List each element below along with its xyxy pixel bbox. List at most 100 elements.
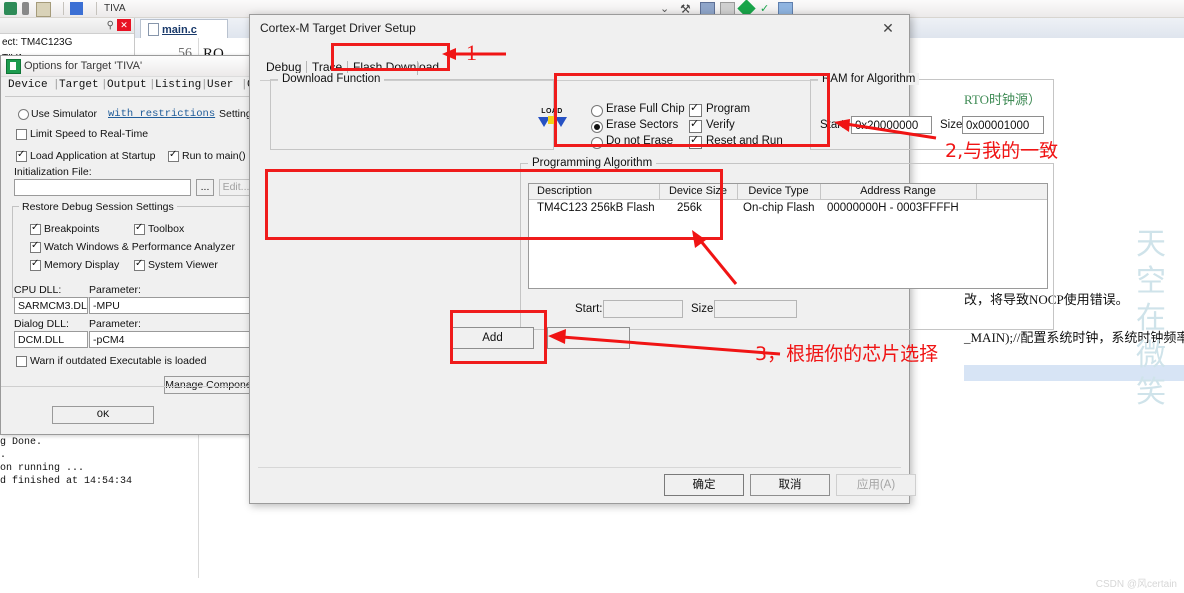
- cell-device-type: On-chip Flash: [743, 202, 815, 214]
- build-output-line: g Done.: [0, 437, 43, 448]
- tab-debug[interactable]: Debug: [266, 60, 301, 74]
- cancel-button[interactable]: 取消: [750, 474, 830, 496]
- programming-algorithm-table[interactable]: Description Device Size Device Type Addr…: [528, 183, 1048, 289]
- remove-button[interactable]: [547, 327, 630, 349]
- build-output-line: on running ...: [0, 463, 85, 474]
- dialog-parameter-label: Parameter:: [89, 318, 141, 330]
- keil-icon: [6, 59, 21, 74]
- cortex-dialog-title: Cortex-M Target Driver Setup: [260, 21, 416, 35]
- watermark-char: 微: [1136, 338, 1166, 373]
- restore-debug-group-title: Restore Debug Session Settings: [19, 201, 177, 213]
- dialog-parameter-input[interactable]: -pCM4: [89, 331, 254, 348]
- watch-windows-label: Watch Windows & Performance Analyzer: [44, 241, 236, 253]
- column-header-description: Description: [537, 185, 593, 197]
- options-dialog-titlebar: Options for Target 'TIVA': [1, 56, 253, 77]
- download-function-group: Download Function: [270, 73, 554, 150]
- column-header-device-size: Device Size: [668, 185, 728, 197]
- options-dialog-title: Options for Target 'TIVA': [24, 60, 143, 72]
- warn-outdated-label: Warn if outdated Executable is loaded: [30, 355, 207, 367]
- ok-button[interactable]: 确定: [664, 474, 744, 496]
- manage-components-button[interactable]: Manage Compone: [164, 376, 253, 394]
- load-icon-label: LOAD: [541, 108, 563, 115]
- memory-display-label: Memory Display: [44, 259, 120, 271]
- tab-listing[interactable]: Listing: [155, 79, 201, 91]
- cpu-parameter-input[interactable]: -MPU: [89, 297, 254, 314]
- cortex-dialog-titlebar: Cortex-M Target Driver Setup ✕: [250, 15, 909, 41]
- csdn-watermark: CSDN @风certain: [1095, 579, 1177, 590]
- cpu-dll-input[interactable]: SARMCM3.DLL: [14, 297, 88, 314]
- project-pane-titlebar: ⚲ ✕: [0, 18, 134, 34]
- tab-target[interactable]: Target: [59, 79, 99, 91]
- breakpoints-label: Breakpoints: [44, 223, 100, 235]
- ram-start-input[interactable]: 0x20000000: [851, 116, 932, 134]
- breakpoints-checkbox[interactable]: [30, 222, 41, 235]
- tab-output[interactable]: Output: [107, 79, 147, 91]
- file-icon: [148, 23, 159, 36]
- load-icon: LOAD: [537, 108, 567, 134]
- toolbox-checkbox[interactable]: [134, 222, 145, 235]
- edit-button[interactable]: Edit...: [219, 179, 253, 196]
- cortex-m-target-driver-setup-dialog: Cortex-M Target Driver Setup ✕ Debug Tra…: [249, 14, 1054, 504]
- watermark-char: 在: [1136, 301, 1166, 336]
- limit-speed-label: Limit Speed to Real-Time: [30, 128, 149, 140]
- build-output-pane[interactable]: e. g Done. . on running ... d finished a…: [0, 420, 134, 541]
- project-node-1[interactable]: ect: TM4C123G: [2, 37, 72, 48]
- limit-speed-checkbox[interactable]: [16, 129, 27, 140]
- run-to-main-checkbox[interactable]: [168, 149, 179, 162]
- use-simulator-radio[interactable]: [18, 109, 29, 120]
- watch-windows-checkbox[interactable]: [30, 240, 41, 253]
- with-restrictions-link[interactable]: with restrictions: [108, 108, 215, 120]
- verify-checkbox[interactable]: [689, 118, 702, 133]
- flash-size-input[interactable]: [714, 300, 797, 318]
- cell-device-size: 256k: [677, 202, 702, 214]
- do-not-erase-radio[interactable]: [591, 137, 603, 149]
- browse-button[interactable]: ...: [196, 179, 214, 196]
- ram-start-label: Start:: [820, 119, 848, 131]
- footer-divider: [258, 467, 901, 468]
- open-icon[interactable]: [36, 2, 51, 17]
- erase-full-chip-radio[interactable]: [591, 105, 603, 117]
- cell-description: TM4C123 256kB Flash: [537, 202, 655, 214]
- system-viewer-checkbox[interactable]: [134, 258, 145, 271]
- close-icon[interactable]: ✕: [867, 15, 909, 41]
- program-checkbox[interactable]: [689, 102, 702, 117]
- flash-size-label: Size:: [691, 303, 717, 315]
- erase-full-chip-label: Erase Full Chip: [606, 103, 685, 115]
- dropdown-icon[interactable]: [22, 2, 29, 15]
- program-label: Program: [706, 103, 751, 115]
- options-for-target-dialog: Options for Target 'TIVA' Device | Targe…: [0, 55, 280, 435]
- pin-icon[interactable]: ⚲: [107, 20, 114, 31]
- options-ok-button[interactable]: OK: [52, 406, 154, 424]
- cell-address-range: 00000000H - 0003FFFFH: [827, 202, 959, 214]
- init-file-input[interactable]: [14, 179, 191, 196]
- load-application-label: Load Application at Startup: [30, 150, 156, 162]
- tab-user[interactable]: User: [207, 79, 233, 91]
- target-options-icon[interactable]: [70, 2, 83, 15]
- tab-device[interactable]: Device: [8, 79, 48, 91]
- tab-trace[interactable]: Trace: [312, 60, 342, 74]
- dialog-dll-input[interactable]: DCM.DLL: [14, 331, 88, 348]
- download-function-group-title: Download Function: [278, 73, 385, 85]
- build-output-line: .: [0, 450, 7, 461]
- run-to-main-label: Run to main(): [182, 150, 246, 162]
- ram-size-input[interactable]: 0x00001000: [962, 116, 1044, 134]
- load-application-checkbox[interactable]: [16, 149, 27, 162]
- warn-outdated-checkbox[interactable]: [16, 356, 27, 367]
- reset-and-run-label: Reset and Run: [706, 135, 783, 147]
- flash-start-label: Start:: [575, 303, 603, 315]
- flash-start-input[interactable]: [603, 300, 683, 318]
- erase-sectors-radio[interactable]: [591, 121, 603, 133]
- cpu-parameter-label: Parameter:: [89, 284, 141, 296]
- add-button[interactable]: Add: [451, 327, 534, 349]
- close-icon[interactable]: ✕: [117, 19, 131, 31]
- tab-main-c[interactable]: main.c: [140, 19, 228, 39]
- dialog-dll-label: Dialog DLL:: [14, 318, 69, 330]
- options-tab-bar: Device | Target | Output | Listing | Use…: [5, 79, 280, 97]
- target-select-label[interactable]: TIVA: [104, 3, 125, 14]
- memory-display-checkbox[interactable]: [30, 258, 41, 271]
- build-icon[interactable]: [4, 2, 17, 15]
- watermark-char: 笑: [1136, 375, 1166, 410]
- column-header-address-range: Address Range: [860, 185, 936, 197]
- reset-and-run-checkbox[interactable]: [689, 134, 702, 149]
- tab-flash-download[interactable]: Flash Download: [353, 60, 439, 74]
